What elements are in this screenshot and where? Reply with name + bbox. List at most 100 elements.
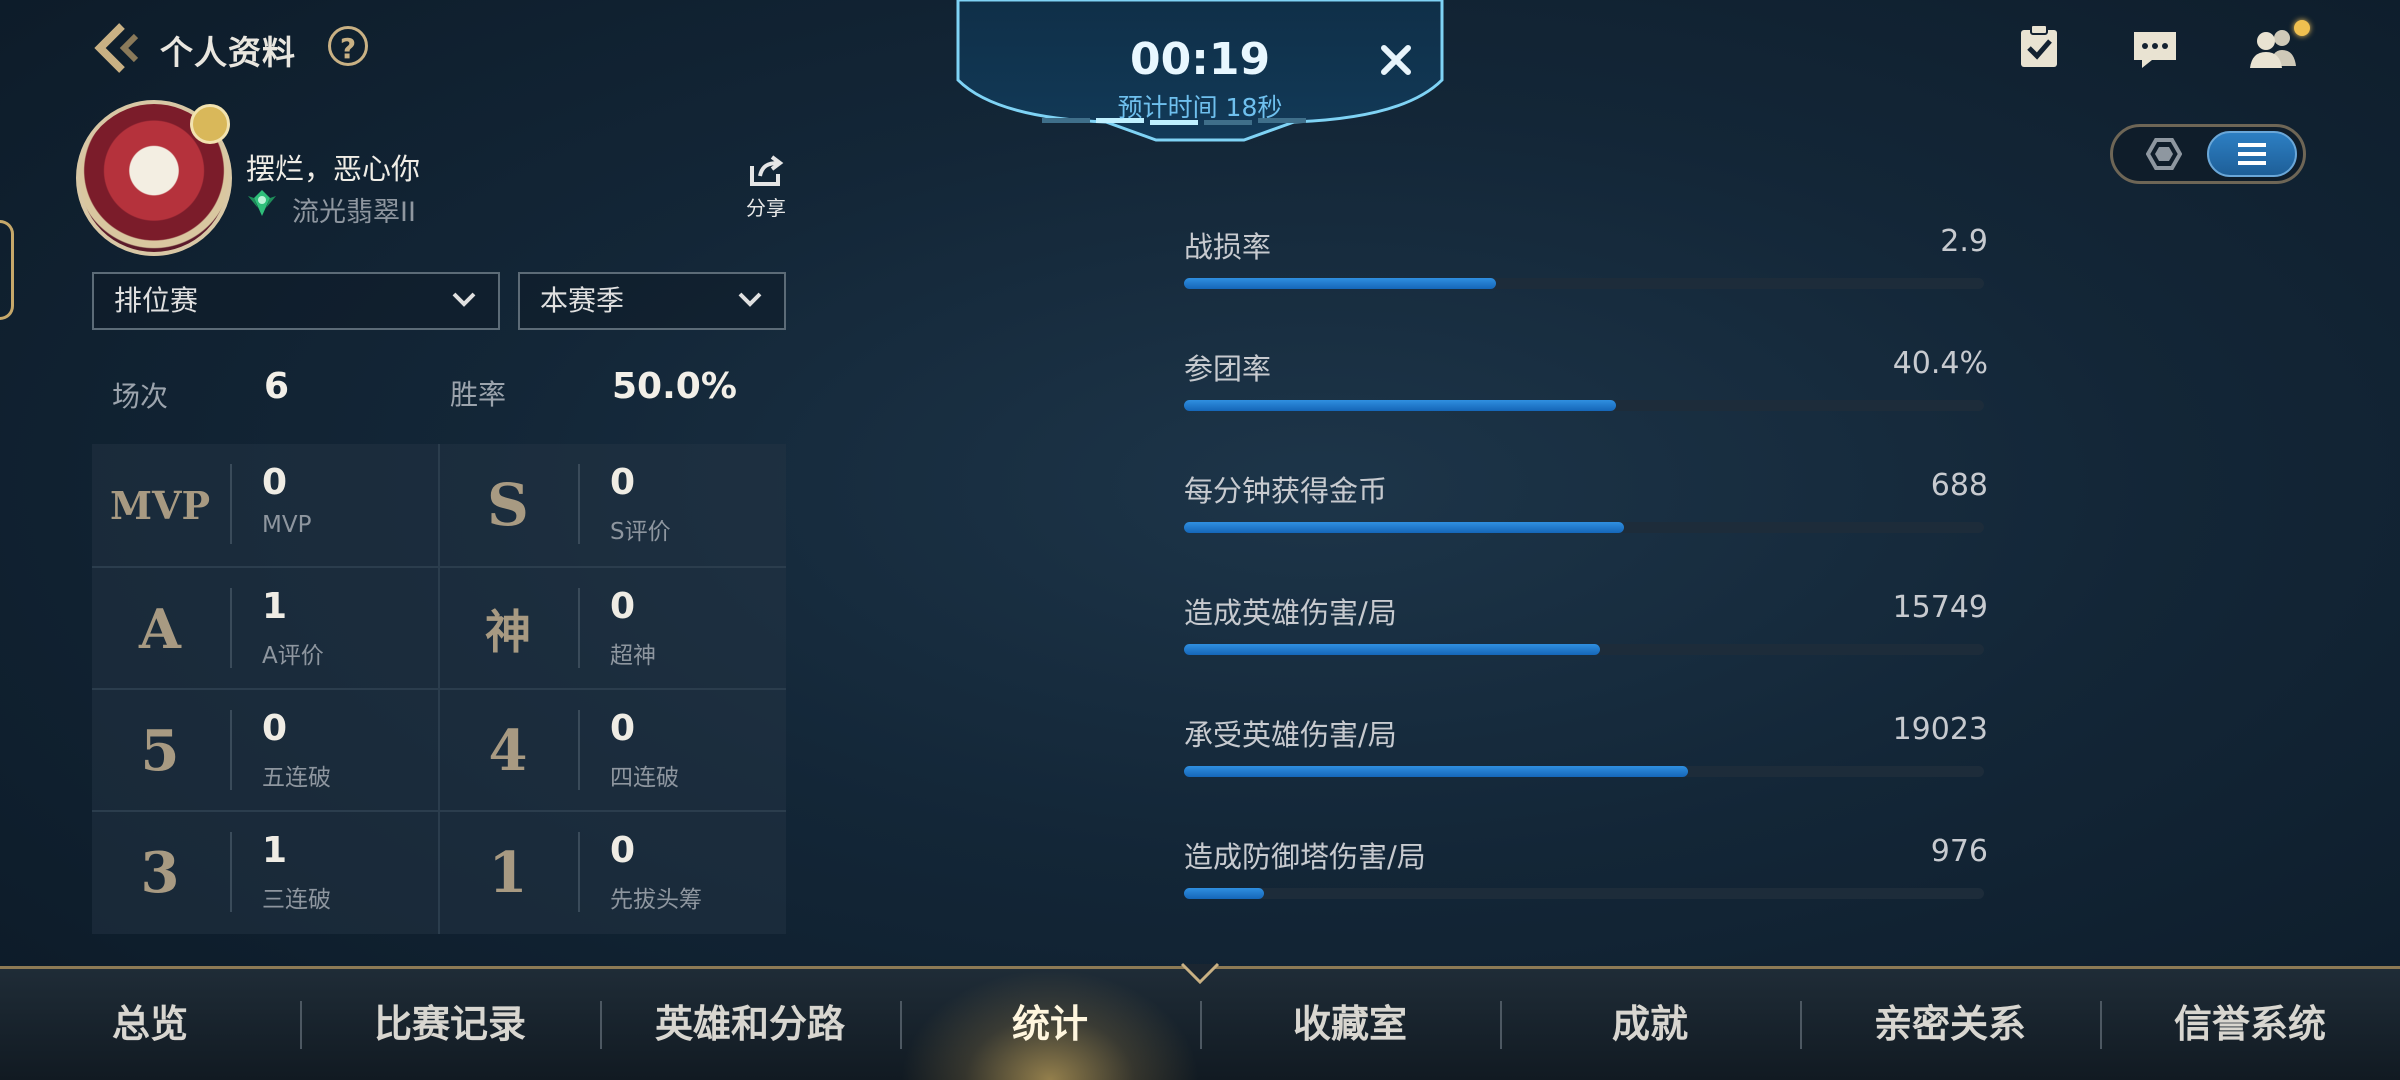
medal-label: S评价: [610, 519, 671, 545]
stat-bar-track: [1184, 278, 1984, 289]
page-title: 个人资料: [160, 33, 296, 72]
medal-cell-mvp: MVP 0 MVP: [92, 444, 438, 566]
medal-cell-first-blood: 1 0 先拔头筹: [440, 812, 786, 934]
stat-row: 参团率 40.4%: [1184, 346, 1988, 426]
medal-count: 1: [262, 830, 288, 871]
hexagon-icon: [2146, 138, 2182, 170]
cancel-matchmaking-close-icon[interactable]: [1376, 40, 1416, 80]
stat-bar-fill: [1184, 522, 1624, 533]
list-view-button[interactable]: [2207, 131, 2297, 177]
medal-count: 1: [262, 586, 288, 627]
stat-value: 688: [1930, 468, 1988, 503]
stat-label: 承受英雄伤害/局: [1184, 718, 1397, 752]
games-value: 6: [264, 366, 290, 407]
notification-dot: [2294, 20, 2310, 36]
mode-select-value: 排位赛: [114, 284, 199, 317]
share-label: 分享: [746, 196, 786, 220]
a-rating-emblem-icon: A: [139, 597, 181, 661]
tab-relationships[interactable]: 亲密关系: [1800, 969, 2100, 1080]
view-mode-toggle[interactable]: [2110, 124, 2306, 184]
medal-label: 超神: [610, 643, 656, 669]
list-icon: [2238, 143, 2266, 165]
medal-count: 0: [610, 708, 636, 749]
stat-bar-fill: [1184, 766, 1688, 777]
rank-name: 流光翡翠II: [292, 197, 416, 228]
stat-bar-track: [1184, 644, 1984, 655]
player-name: 摆烂，恶心你: [246, 152, 421, 186]
share-button[interactable]: 分享: [740, 154, 792, 221]
chevron-down-icon: [738, 292, 762, 307]
medal-count: 0: [610, 586, 636, 627]
stat-bar-fill: [1184, 888, 1264, 899]
stat-value: 15749: [1892, 590, 1988, 625]
stat-value: 2.9: [1940, 224, 1988, 259]
back-arrow-icon[interactable]: [92, 22, 142, 74]
medal-cell-s: S 0 S评价: [440, 444, 786, 566]
help-icon[interactable]: ?: [328, 26, 368, 66]
active-tab-pointer-icon: [1180, 962, 1220, 984]
avatar-frame-ornament: [190, 104, 230, 144]
games-label: 场次: [112, 380, 169, 413]
timer-estimate: 预计时间 18秒: [1117, 93, 1283, 122]
medal-label: MVP: [262, 512, 312, 538]
penta-kill-emblem-icon: 5: [140, 718, 180, 784]
stat-bar-track: [1184, 522, 1984, 533]
stat-label: 战损率: [1184, 230, 1272, 264]
stat-value: 40.4%: [1892, 346, 1988, 381]
stat-row: 承受英雄伤害/局 19023: [1184, 712, 1988, 792]
stat-value: 976: [1930, 834, 1988, 869]
tab-credit-system[interactable]: 信誉系统: [2100, 969, 2400, 1080]
side-drawer-tab[interactable]: [0, 220, 14, 320]
hexagon-view-button[interactable]: [2123, 133, 2205, 175]
tab-overview[interactable]: 总览: [0, 969, 300, 1080]
stat-label: 造成防御塔伤害/局: [1184, 840, 1426, 874]
tab-collection[interactable]: 收藏室: [1200, 969, 1500, 1080]
tab-achievements[interactable]: 成就: [1500, 969, 1800, 1080]
tasks-clipboard-icon[interactable]: [2018, 24, 2060, 70]
friends-icon[interactable]: [2246, 28, 2302, 68]
triple-kill-emblem-icon: 3: [140, 840, 180, 906]
stat-bar-track: [1184, 766, 1984, 777]
season-select-value: 本赛季: [540, 284, 625, 317]
chevron-down-icon: [452, 292, 476, 307]
mode-select[interactable]: 排位赛: [92, 272, 500, 330]
stat-bar-fill: [1184, 644, 1600, 655]
medal-cell-godlike: 神 0 超神: [440, 568, 786, 690]
season-select[interactable]: 本赛季: [518, 272, 786, 330]
godlike-emblem-icon: 神: [485, 605, 531, 659]
medal-label: 先拔头筹: [610, 887, 702, 913]
stat-label: 每分钟获得金币: [1184, 474, 1388, 508]
quadra-kill-emblem-icon: 4: [488, 718, 528, 784]
stat-label: 参团率: [1184, 352, 1272, 386]
timer-elapsed: 00:19: [1130, 34, 1271, 85]
mvp-emblem-icon: MVP: [109, 482, 211, 528]
stat-bar-track: [1184, 400, 1984, 411]
stat-row: 造成英雄伤害/局 15749: [1184, 590, 1988, 670]
stat-row: 每分钟获得金币 688: [1184, 468, 1988, 548]
stat-value: 19023: [1892, 712, 1988, 747]
winrate-value: 50.0%: [612, 366, 737, 407]
stat-row: 造成防御塔伤害/局 976: [1184, 834, 1988, 914]
medal-count: 0: [262, 708, 288, 749]
stat-label: 造成英雄伤害/局: [1184, 596, 1397, 630]
medal-grid: MVP 0 MVP S 0 S评价 A 1 A评价 神 0 超神 5 0 五连破…: [92, 444, 786, 934]
tab-heroes-lanes[interactable]: 英雄和分路: [600, 969, 900, 1080]
first-blood-emblem-icon: 1: [488, 840, 528, 906]
s-rating-emblem-icon: S: [487, 471, 529, 539]
medal-label: 三连破: [262, 887, 331, 913]
medal-count: 0: [610, 830, 636, 871]
stat-bar-fill: [1184, 278, 1496, 289]
share-icon: [750, 155, 784, 186]
medal-cell-quadra: 4 0 四连破: [440, 690, 786, 812]
tab-match-history[interactable]: 比赛记录: [300, 969, 600, 1080]
tab-statistics[interactable]: 统计: [900, 969, 1200, 1080]
chat-icon[interactable]: [2132, 30, 2178, 70]
winrate-label: 胜率: [450, 378, 507, 411]
medal-count: 0: [610, 462, 636, 503]
medal-count: 0: [262, 462, 288, 503]
stat-row: 战损率 2.9: [1184, 224, 1988, 304]
stat-bar-fill: [1184, 400, 1616, 411]
medal-label: 四连破: [610, 765, 679, 791]
medal-cell-penta: 5 0 五连破: [92, 690, 438, 812]
stat-bar-track: [1184, 888, 1984, 899]
